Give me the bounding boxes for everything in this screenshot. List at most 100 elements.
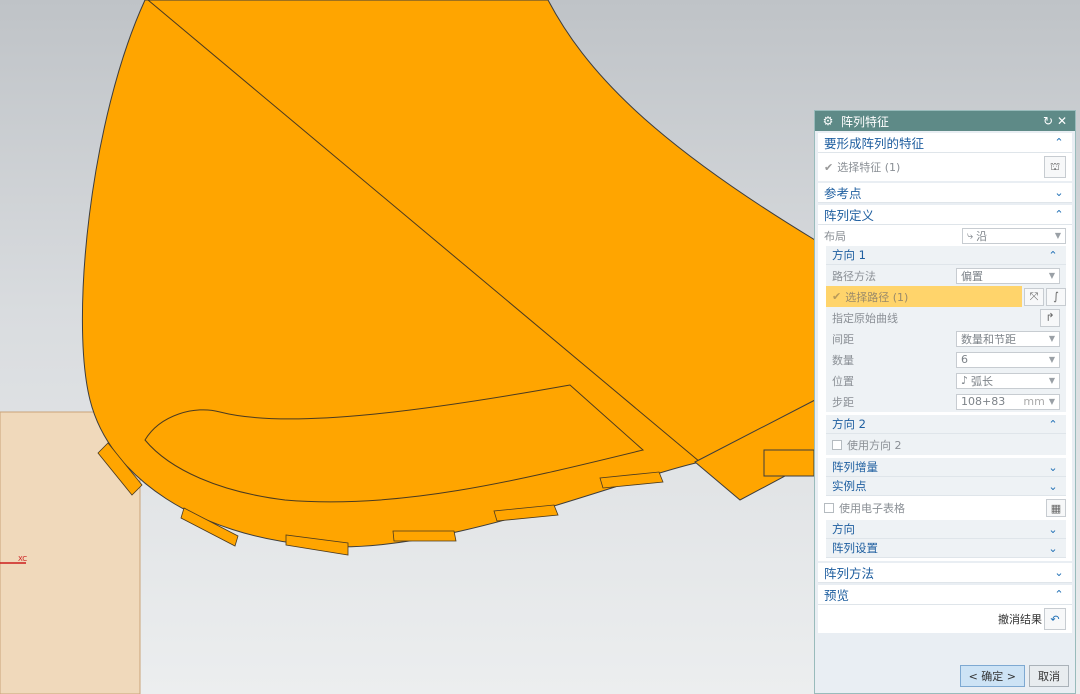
- select-path-row[interactable]: ✔ 选择路径 (1) ⤧ ∫: [826, 286, 1066, 307]
- layout-value: 沿: [976, 229, 988, 243]
- section-reference-point-header[interactable]: 参考点 ⌄: [818, 183, 1072, 203]
- pitch-value: 108+83: [961, 395, 1006, 408]
- section-definition-title: 阵列定义: [824, 208, 875, 223]
- section-features-header[interactable]: 要形成阵列的特征 ⌃: [818, 133, 1072, 153]
- section-preview: 预览 ⌃ 撤消结果 ↶: [818, 585, 1072, 633]
- direction1-group: 方向 1 ⌃ 路径方法 偏置 ▼ ✔ 选择路径 (1) ⤧ ∫ 指定原始曲线 ↱…: [826, 246, 1066, 412]
- reverse-direction-icon[interactable]: ⤧: [1024, 287, 1044, 306]
- chevron-up-icon[interactable]: ⌃: [1052, 588, 1066, 601]
- section-definition: 阵列定义 ⌃ 布局 ⤷ 沿 ▼ 方向 1 ⌃ 路径方法 偏置 ▼ ✔ 选择路径 …: [818, 205, 1072, 561]
- chevron-up-icon[interactable]: ⌃: [1046, 249, 1060, 262]
- spreadsheet-label: 使用电子表格: [839, 502, 905, 515]
- section-features-title: 要形成阵列的特征: [824, 136, 925, 151]
- cancel-button[interactable]: 取消: [1029, 665, 1069, 687]
- chevron-down-icon[interactable]: ⌄: [1046, 461, 1060, 474]
- spacing-row: 间距 数量和节距 ▼: [826, 328, 1066, 349]
- settings-header[interactable]: 阵列设置 ⌄: [826, 539, 1066, 558]
- increment-group: 阵列增量 ⌄: [826, 458, 1066, 477]
- select-feature-label: 选择特征 (1): [837, 161, 901, 174]
- ok-button[interactable]: < 确定 >: [959, 665, 1025, 687]
- increment-title: 阵列增量: [832, 460, 878, 474]
- chevron-up-icon[interactable]: ⌃: [1052, 136, 1066, 149]
- spacing-value: 数量和节距: [961, 332, 1016, 346]
- settings-title: 阵列设置: [832, 541, 878, 555]
- increment-header[interactable]: 阵列增量 ⌄: [826, 458, 1066, 477]
- section-reference-point-title: 参考点: [824, 186, 862, 201]
- instance-title: 实例点: [832, 479, 867, 493]
- path-method-row: 路径方法 偏置 ▼: [826, 265, 1066, 286]
- along-icon: ⤷: [967, 228, 974, 242]
- direction1-header[interactable]: 方向 1 ⌃: [826, 246, 1066, 265]
- spreadsheet-row[interactable]: 使用电子表格 ▦: [818, 496, 1072, 520]
- arc-length-icon: ♪: [961, 374, 969, 387]
- instance-group: 实例点 ⌄: [826, 477, 1066, 496]
- direction2-header[interactable]: 方向 2 ⌃: [826, 415, 1066, 434]
- count-label: 数量: [832, 353, 854, 367]
- position-label: 位置: [832, 374, 854, 388]
- count-row: 数量 6 ▼: [826, 349, 1066, 370]
- section-definition-header[interactable]: 阵列定义 ⌃: [818, 205, 1072, 225]
- select-path-label: 选择路径 (1): [845, 290, 909, 304]
- specify-curve-row: 指定原始曲线 ↱: [826, 307, 1066, 328]
- select-feature-row[interactable]: ✔ 选择特征 (1) ⛫: [818, 153, 1072, 181]
- chevron-up-icon[interactable]: ⌃: [1046, 418, 1060, 431]
- feature-select-icon[interactable]: ⛫: [1044, 156, 1066, 178]
- section-features: 要形成阵列的特征 ⌃ ✔ 选择特征 (1) ⛫: [818, 133, 1072, 181]
- section-preview-header[interactable]: 预览 ⌃: [818, 585, 1072, 605]
- count-input[interactable]: 6 ▼: [956, 351, 1060, 368]
- section-reference-point: 参考点 ⌄: [818, 183, 1072, 203]
- path-method-dropdown[interactable]: 偏置 ▼: [956, 267, 1060, 284]
- undo-icon[interactable]: ↶: [1044, 608, 1066, 630]
- pitch-row: 步距 108+83 mm ▼: [826, 391, 1066, 412]
- dropdown-arrow-icon: ▼: [1048, 397, 1055, 406]
- layout-dropdown[interactable]: ⤷ 沿 ▼: [962, 227, 1066, 244]
- dialog-title: 阵列特征: [841, 114, 890, 129]
- position-dropdown[interactable]: ♪ 弧长 ▼: [956, 372, 1060, 389]
- spreadsheet-checkbox[interactable]: [824, 503, 834, 513]
- orientation-header[interactable]: 方向 ⌄: [826, 520, 1066, 539]
- check-icon: ✔: [832, 290, 842, 303]
- path-method-value: 偏置: [961, 269, 983, 283]
- instance-header[interactable]: 实例点 ⌄: [826, 477, 1066, 496]
- direction2-title: 方向 2: [832, 417, 866, 431]
- chevron-down-icon[interactable]: ⌄: [1052, 566, 1066, 579]
- close-icon[interactable]: ✕: [1055, 114, 1069, 128]
- path-method-label: 路径方法: [832, 269, 876, 283]
- curve-select-icon[interactable]: ↱: [1040, 308, 1060, 327]
- use-direction2-checkbox[interactable]: [832, 439, 842, 450]
- curve-icon[interactable]: ∫: [1046, 287, 1066, 306]
- specify-curve-label: 指定原始曲线: [832, 311, 898, 325]
- undo-label: 撤消结果: [998, 613, 1042, 626]
- use-direction2-label: 使用方向 2: [847, 438, 902, 452]
- chevron-up-icon[interactable]: ⌃: [1052, 208, 1066, 221]
- spacing-label: 间距: [832, 332, 854, 346]
- chevron-down-icon[interactable]: ⌄: [1046, 523, 1060, 536]
- dialog-footer: < 确定 > 取消: [959, 665, 1069, 687]
- dropdown-arrow-icon: ▼: [1054, 231, 1061, 240]
- chevron-down-icon[interactable]: ⌄: [1046, 542, 1060, 555]
- section-method: 阵列方法 ⌄: [818, 563, 1072, 583]
- spreadsheet-icon[interactable]: ▦: [1046, 499, 1066, 517]
- undo-row: 撤消结果 ↶: [818, 605, 1072, 633]
- count-value: 6: [961, 353, 968, 366]
- gear-icon: ⚙: [822, 114, 834, 128]
- orientation-title: 方向: [832, 522, 855, 536]
- dropdown-arrow-icon: ▼: [1048, 355, 1055, 364]
- direction2-group: 方向 2 ⌃ 使用方向 2: [826, 415, 1066, 455]
- pitch-unit: mm: [1023, 395, 1045, 408]
- settings-group: 阵列设置 ⌄: [826, 539, 1066, 558]
- chevron-down-icon[interactable]: ⌄: [1052, 186, 1066, 199]
- position-row: 位置 ♪ 弧长 ▼: [826, 370, 1066, 391]
- section-method-header[interactable]: 阵列方法 ⌄: [818, 563, 1072, 583]
- use-direction2-row[interactable]: 使用方向 2: [826, 434, 1066, 455]
- orientation-group: 方向 ⌄: [826, 520, 1066, 539]
- spacing-dropdown[interactable]: 数量和节距 ▼: [956, 330, 1060, 347]
- section-preview-title: 预览: [824, 588, 850, 603]
- axis-label: XC: [18, 555, 27, 563]
- pitch-label: 步距: [832, 395, 854, 409]
- reset-icon[interactable]: ↻: [1041, 114, 1055, 128]
- chevron-down-icon[interactable]: ⌄: [1046, 480, 1060, 493]
- pitch-input[interactable]: 108+83 mm ▼: [956, 393, 1060, 410]
- direction1-title: 方向 1: [832, 248, 866, 262]
- dropdown-arrow-icon: ▼: [1048, 271, 1055, 280]
